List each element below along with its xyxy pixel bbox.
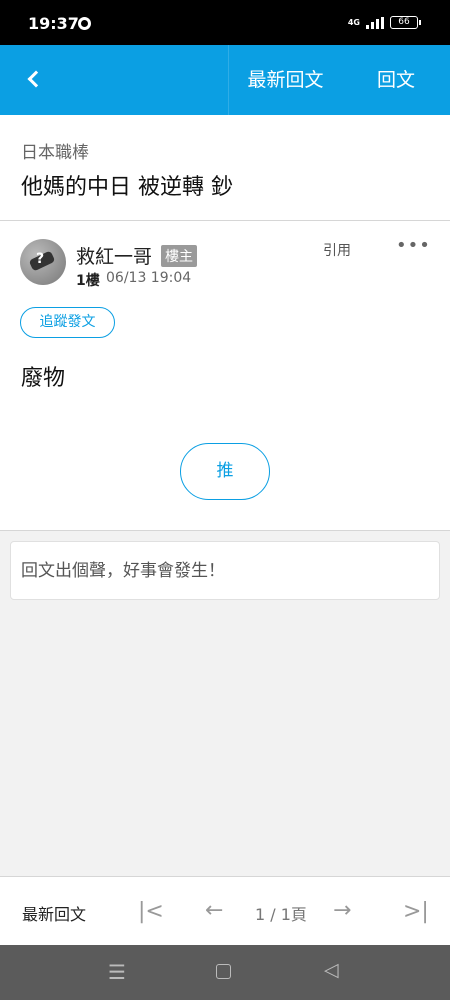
follow-post-button[interactable]: 追蹤發文 — [20, 307, 115, 338]
latest-replies-button[interactable]: 最新回文 — [228, 45, 342, 115]
status-bar: 19:37 4G 66 — [0, 0, 450, 45]
post-body: 廢物 — [21, 366, 66, 391]
push-button[interactable]: 推 — [180, 443, 270, 500]
arrow-right-icon[interactable]: → — [333, 898, 351, 923]
recent-apps-icon[interactable]: ☰ — [108, 960, 126, 984]
thread-header: 日本職棒 他媽的中日 被逆轉 鈔 — [0, 115, 450, 221]
arrow-left-icon[interactable]: ← — [205, 898, 223, 923]
battery-icon: 66 — [390, 16, 421, 29]
page-indicator[interactable]: 1 / 1頁 — [255, 901, 307, 925]
thread-title: 他媽的中日 被逆轉 鈔 — [21, 175, 233, 200]
status-time: 19:37 — [28, 14, 79, 33]
question-mark-icon: ? — [36, 251, 45, 267]
signal-icon — [366, 16, 384, 29]
latest-replies-link[interactable]: 最新回文 — [22, 901, 86, 925]
floor-number: 1樓 — [76, 273, 100, 289]
home-icon[interactable] — [216, 964, 231, 979]
back-triangle-icon[interactable]: ◁ — [324, 959, 339, 981]
chevron-left-icon — [27, 70, 45, 88]
first-page-icon[interactable]: |< — [138, 899, 164, 924]
reply-button[interactable]: 回文 — [342, 45, 450, 115]
op-badge: 樓主 — [161, 245, 197, 267]
last-page-icon[interactable]: >| — [403, 899, 429, 924]
board-category[interactable]: 日本職棒 — [21, 138, 89, 163]
network-type: 4G — [347, 17, 360, 27]
author-name[interactable]: 救紅一哥 — [76, 242, 152, 269]
vpn-icon — [78, 17, 91, 30]
avatar[interactable]: ? — [20, 239, 66, 285]
quote-button[interactable]: 引用 — [323, 240, 351, 260]
pager-bar: 最新回文 |< ← 1 / 1頁 → >| — [0, 876, 450, 945]
post-card: ? 救紅一哥 樓主 1樓 06/13 19:04 引用 ••• 追蹤發文 廢物 … — [0, 221, 450, 531]
system-nav-bar: ☰ ◁ — [0, 945, 450, 1000]
status-indicators: 4G 66 — [347, 16, 421, 29]
reply-input[interactable] — [10, 541, 440, 600]
post-timestamp: 06/13 19:04 — [106, 270, 192, 286]
more-options-icon[interactable]: ••• — [396, 235, 431, 256]
back-button[interactable] — [0, 45, 70, 115]
app-bar: 最新回文 回文 — [0, 45, 450, 115]
